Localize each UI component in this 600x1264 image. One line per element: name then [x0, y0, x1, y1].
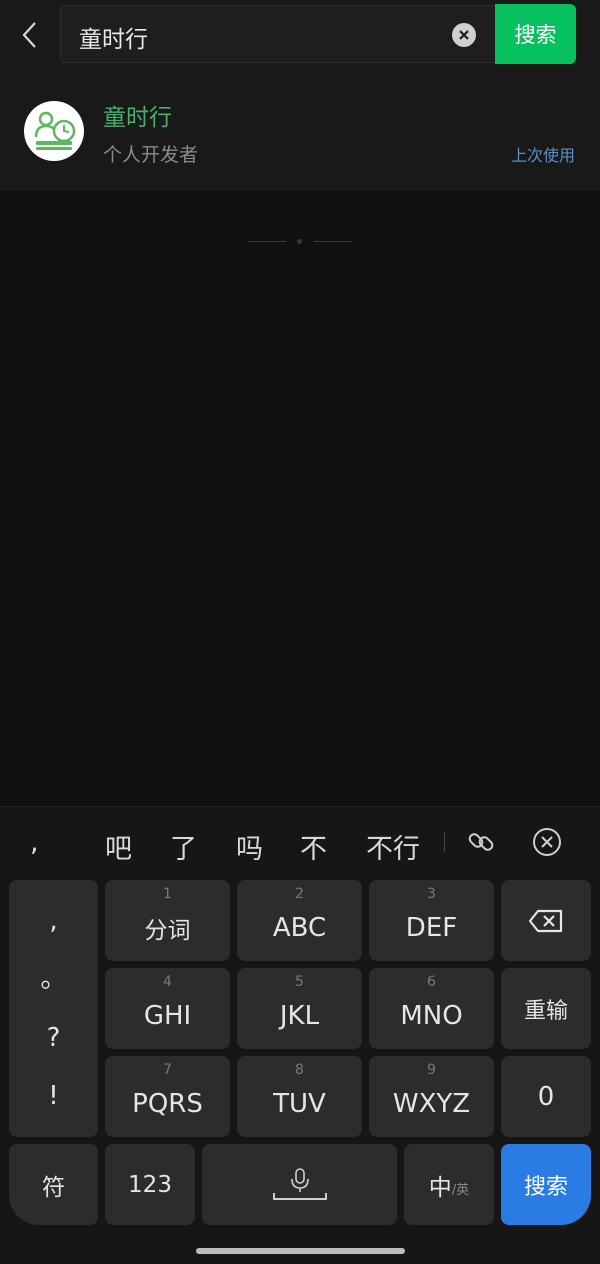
backspace-icon	[528, 909, 563, 932]
punct-key[interactable]: ,	[49, 908, 57, 934]
space-key[interactable]	[202, 1144, 397, 1225]
search-result-item[interactable]: 童时行 个人开发者 上次使用	[0, 70, 600, 191]
app-developer-type: 个人开发者	[103, 144, 199, 166]
punct-key[interactable]: 。	[40, 966, 66, 992]
clear-icon[interactable]	[452, 23, 476, 47]
key-6[interactable]: 6 MNO	[369, 968, 494, 1049]
key-2[interactable]: 2 ABC	[237, 880, 362, 961]
key-0[interactable]: 0	[501, 1056, 591, 1137]
link-icon[interactable]	[465, 826, 497, 858]
candidate-item[interactable]: 了	[170, 827, 197, 866]
back-button[interactable]	[14, 18, 44, 52]
ime-candidate-bar: , 吧 了 吗 不 不行	[0, 806, 600, 877]
candidate-item[interactable]: 吗	[236, 827, 263, 866]
key-1[interactable]: 1 分词	[105, 880, 230, 961]
microphone-icon	[272, 1167, 327, 1200]
key-3[interactable]: 3 DEF	[369, 880, 494, 961]
candidate-separator	[444, 832, 445, 852]
numbers-key[interactable]: 123	[105, 1144, 195, 1225]
retype-key[interactable]: 重输	[501, 968, 591, 1049]
key-8[interactable]: 8 TUV	[237, 1056, 362, 1137]
chevron-left-icon	[22, 22, 36, 48]
app-name: 童时行	[103, 105, 172, 131]
punctuation-column[interactable]: , 。 ? !	[9, 880, 98, 1137]
home-indicator[interactable]	[196, 1248, 405, 1254]
search-query: 童时行	[79, 27, 148, 53]
search-input[interactable]: 童时行	[60, 5, 496, 63]
candidate-item[interactable]: 吧	[105, 827, 132, 866]
candidate-item[interactable]: 不	[300, 827, 327, 866]
app-avatar-icon	[24, 101, 84, 161]
key-7[interactable]: 7 PQRS	[105, 1056, 230, 1137]
key-9[interactable]: 9 WXYZ	[369, 1056, 494, 1137]
search-button[interactable]: 搜索	[495, 4, 576, 64]
key-4[interactable]: 4 GHI	[105, 968, 230, 1049]
recently-used-badge: 上次使用	[510, 146, 575, 165]
punct-key[interactable]: ?	[47, 1025, 61, 1051]
key-5[interactable]: 5 JKL	[237, 968, 362, 1049]
symbols-key[interactable]: 符	[9, 1144, 98, 1225]
language-toggle-key[interactable]: 中/英	[404, 1144, 494, 1225]
ime-keyboard: , 。 ? ! 1 分词 2 ABC 3 DEF 4 GHI 5 JKL 6 M…	[0, 876, 600, 1264]
candidate-item[interactable]: ,	[30, 827, 39, 858]
close-candidates-icon[interactable]	[531, 826, 563, 858]
punct-key[interactable]: !	[48, 1083, 58, 1109]
search-bar: 童时行 搜索	[0, 0, 600, 70]
candidate-item[interactable]: 不行	[366, 827, 420, 866]
backspace-key[interactable]	[501, 880, 591, 961]
end-of-results-divider	[248, 232, 352, 252]
search-key[interactable]: 搜索	[501, 1144, 591, 1225]
